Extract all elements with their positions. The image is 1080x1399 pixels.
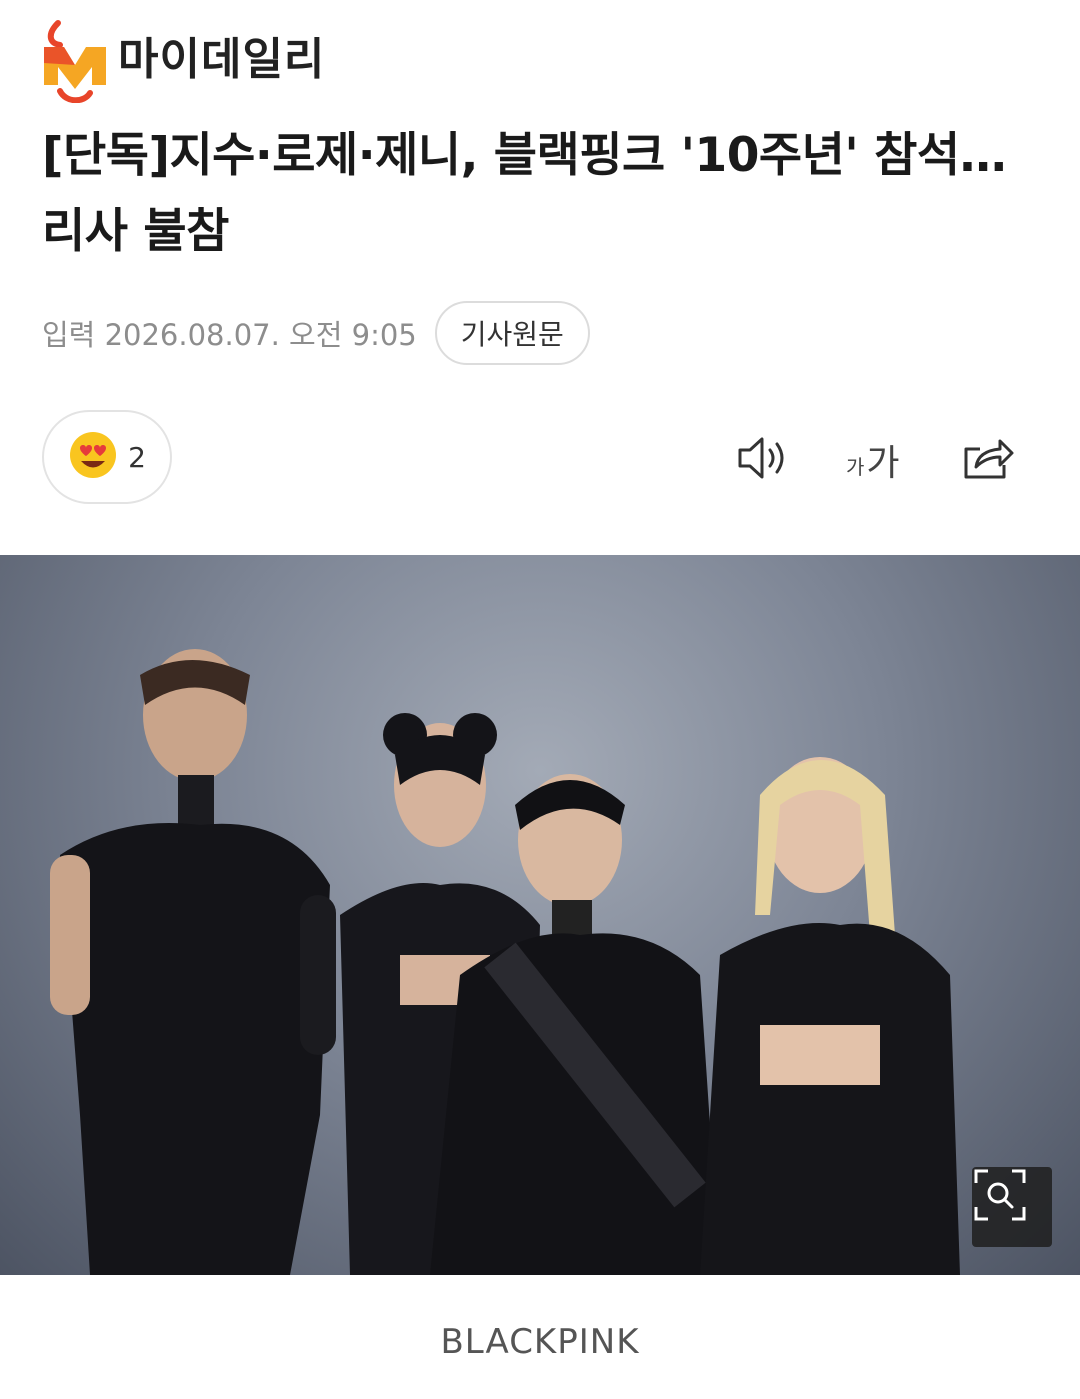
reaction-button[interactable]: 2 bbox=[42, 410, 172, 504]
original-article-button[interactable]: 기사원문 bbox=[434, 301, 590, 365]
listen-button[interactable] bbox=[734, 432, 790, 488]
heart-eyes-emoji-icon bbox=[68, 430, 118, 484]
group-photo-illustration bbox=[50, 649, 960, 1275]
member-figure-1 bbox=[50, 649, 336, 1275]
member-figure-4 bbox=[700, 757, 960, 1275]
article-meta: 입력 2026.08.07. 오전 9:05 기사원문 bbox=[42, 301, 590, 365]
member-figure-3 bbox=[430, 774, 720, 1275]
reaction-count: 2 bbox=[128, 440, 146, 474]
speaker-icon bbox=[734, 433, 790, 487]
font-size-button[interactable]: 가 가 bbox=[846, 432, 900, 488]
image-zoom-button[interactable] bbox=[972, 1167, 1052, 1247]
article-headline: [단독]지수·로제·제니, 블랙핑크 '10주년' 참석… 리사 불참 bbox=[42, 128, 1007, 259]
font-small-label: 가 bbox=[846, 454, 865, 479]
published-date: 입력 2026.08.07. 오전 9:05 bbox=[42, 318, 417, 352]
article-photo[interactable] bbox=[0, 555, 1080, 1275]
site-header: 마이데일리 bbox=[40, 12, 325, 104]
site-name[interactable]: 마이데일리 bbox=[118, 23, 325, 87]
share-button[interactable] bbox=[960, 432, 1016, 488]
mydaily-logo-icon[interactable] bbox=[40, 13, 110, 104]
photo-caption: BLACKPINK bbox=[440, 1322, 640, 1362]
share-icon bbox=[960, 433, 1016, 487]
font-large-label: 가 bbox=[866, 443, 900, 484]
